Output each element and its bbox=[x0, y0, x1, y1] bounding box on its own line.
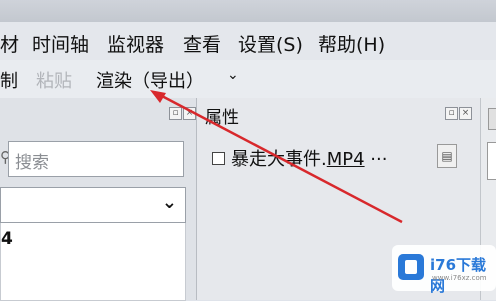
watermark-url: www.i76xz.com bbox=[432, 274, 487, 282]
media-list[interactable]: 4 bbox=[0, 223, 186, 301]
paste-button[interactable]: 粘贴 bbox=[36, 67, 72, 93]
menu-settings[interactable]: 设置(S) bbox=[238, 30, 303, 57]
properties-icon[interactable]: ▤ bbox=[437, 144, 457, 168]
close-panel-icon[interactable]: × bbox=[183, 107, 196, 120]
filter-dropdown[interactable]: ⌄ bbox=[0, 187, 186, 223]
watermark: i76下载网 www.i76xz.com bbox=[392, 245, 496, 295]
close-panel-icon[interactable]: × bbox=[459, 107, 472, 120]
render-export-button[interactable]: 渲染（导出） bbox=[96, 67, 204, 93]
copy-button[interactable]: 制 bbox=[0, 67, 18, 93]
panel-field[interactable] bbox=[487, 142, 496, 180]
float-panel-icon[interactable]: ▫ bbox=[445, 107, 458, 120]
menu-media[interactable]: 材 bbox=[0, 30, 19, 57]
menu-view[interactable]: 查看 bbox=[183, 30, 221, 57]
float-panel-icon[interactable]: ▫ bbox=[169, 107, 182, 120]
chevron-down-icon[interactable]: ⌄ bbox=[227, 67, 239, 83]
window-titlebar bbox=[0, 0, 496, 23]
panel-title: 属性 bbox=[205, 108, 239, 128]
menubar: 材 时间轴 监视器 查看 设置(S) 帮助(H) bbox=[0, 22, 496, 60]
chevron-down-icon: ⌄ bbox=[161, 192, 177, 213]
search-placeholder: 搜索 bbox=[15, 153, 49, 173]
menu-timeline[interactable]: 时间轴 bbox=[32, 30, 89, 57]
menu-monitor[interactable]: 监视器 bbox=[107, 30, 164, 57]
toolbar: 制 粘贴 渲染（导出） ⌄ bbox=[0, 60, 496, 98]
list-item[interactable]: 4 bbox=[1, 229, 13, 249]
menu-help[interactable]: 帮助(H) bbox=[318, 30, 385, 57]
watermark-logo-icon bbox=[398, 254, 424, 280]
file-name[interactable]: 暴走大事件.MP4 ··· bbox=[231, 145, 387, 171]
file-checkbox[interactable] bbox=[212, 152, 225, 165]
search-input[interactable]: 搜索 bbox=[8, 141, 184, 177]
panel-button[interactable] bbox=[488, 108, 496, 130]
